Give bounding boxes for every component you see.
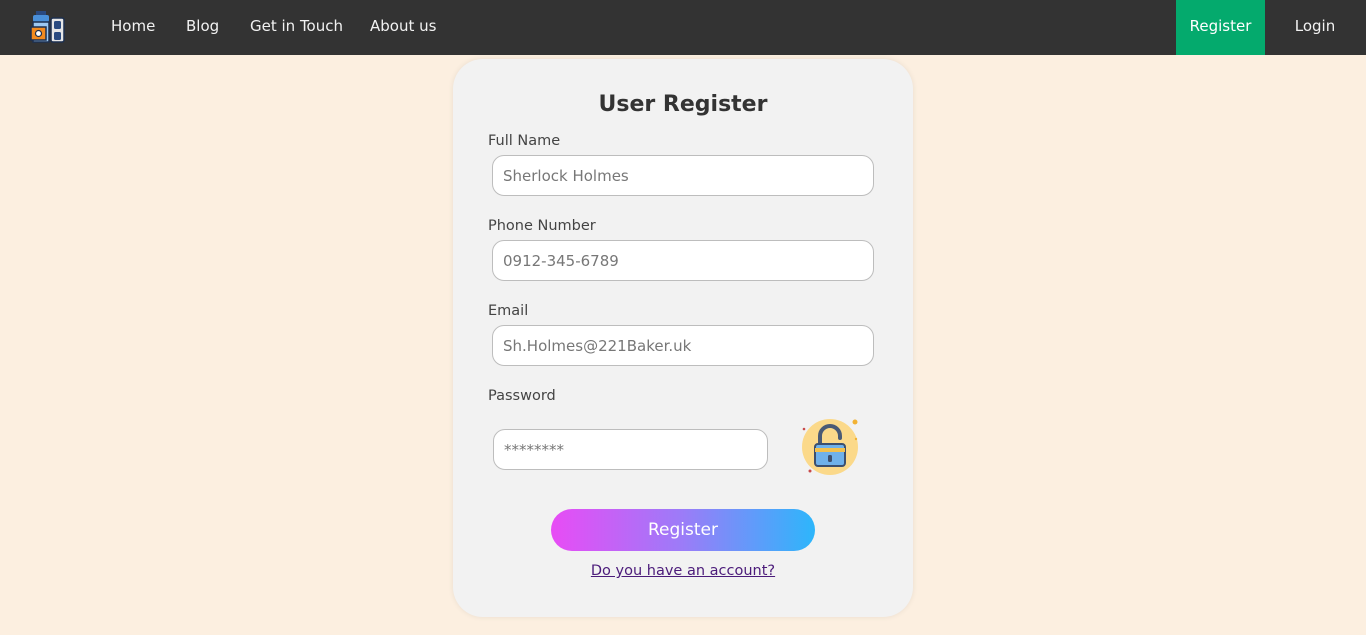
- phone-number-label: Phone Number: [488, 218, 596, 234]
- nav-link-about-us[interactable]: About us: [370, 0, 436, 55]
- page-title: User Register: [598, 92, 768, 117]
- email-input[interactable]: [492, 325, 874, 366]
- nav-link-blog[interactable]: Blog: [186, 0, 219, 55]
- full-name-input[interactable]: [492, 155, 874, 196]
- phone-number-input[interactable]: [492, 240, 874, 281]
- password-input[interactable]: [493, 429, 768, 470]
- nav-login-button[interactable]: Login: [1280, 0, 1350, 55]
- nav-link-get-in-touch[interactable]: Get in Touch: [250, 0, 343, 55]
- register-card: User Register Full Name Phone Number Ema…: [453, 59, 913, 617]
- password-label: Password: [488, 388, 556, 404]
- unlocked-padlock-icon[interactable]: [800, 416, 862, 478]
- nav-register-button[interactable]: Register: [1176, 0, 1265, 55]
- pharmacy-logo-icon[interactable]: [30, 10, 66, 44]
- have-account-link[interactable]: Do you have an account?: [453, 563, 913, 579]
- register-submit-button[interactable]: Register: [551, 509, 815, 551]
- full-name-label: Full Name: [488, 133, 561, 149]
- nav-link-home[interactable]: Home: [111, 0, 155, 55]
- email-label: Email: [488, 303, 529, 319]
- top-navbar: Home Blog Get in Touch About us Register…: [0, 0, 1366, 55]
